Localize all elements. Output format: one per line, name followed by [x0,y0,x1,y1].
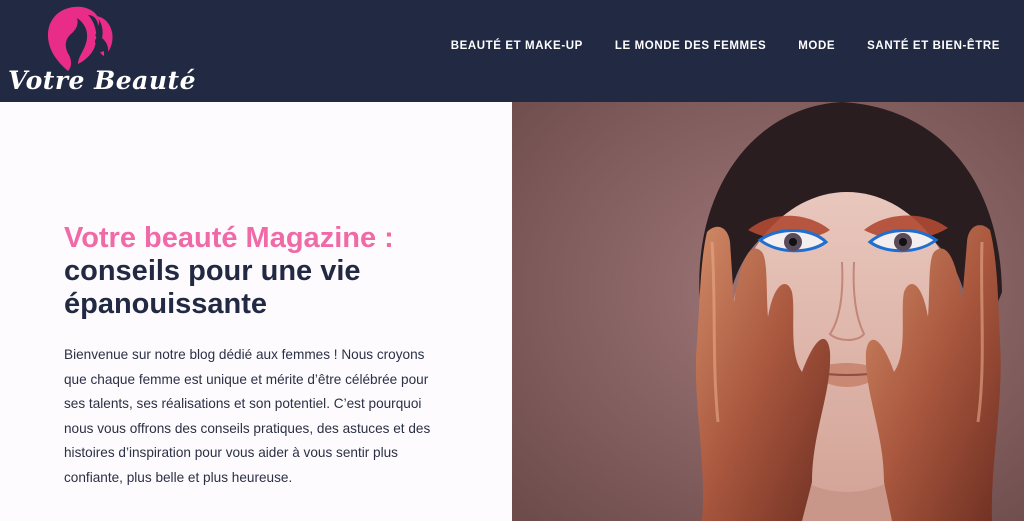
intro-paragraph: Bienvenue sur notre blog dédié aux femme… [64,347,431,485]
page-title: Votre beauté Magazine : conseils pour un… [64,222,484,321]
hero-text-panel: Votre beauté Magazine : conseils pour un… [0,102,512,521]
site-header: Votre Beauté BEAUTÉ ET MAKE-UP LE MONDE … [0,0,1024,102]
title-main: conseils pour une vie épanouissante [64,255,361,320]
nav-sante-bien-etre[interactable]: SANTÉ ET BIEN-ÊTRE [867,40,1000,52]
woman-portrait-illustration [512,102,1024,521]
main-nav: BEAUTÉ ET MAKE-UP LE MONDE DES FEMMES MO… [451,40,1000,52]
nav-mode[interactable]: MODE [798,40,835,52]
site-logo[interactable]: Votre Beauté [6,4,195,100]
logo-wordmark: Votre Beauté [8,66,196,95]
nav-monde-des-femmes[interactable]: LE MONDE DES FEMMES [615,40,766,52]
hero-image [512,102,1024,521]
title-accent: Votre beauté Magazine : [64,222,394,254]
nav-beaute-make-up[interactable]: BEAUTÉ ET MAKE-UP [451,40,583,52]
woman-silhouette-logo-icon [47,6,113,71]
